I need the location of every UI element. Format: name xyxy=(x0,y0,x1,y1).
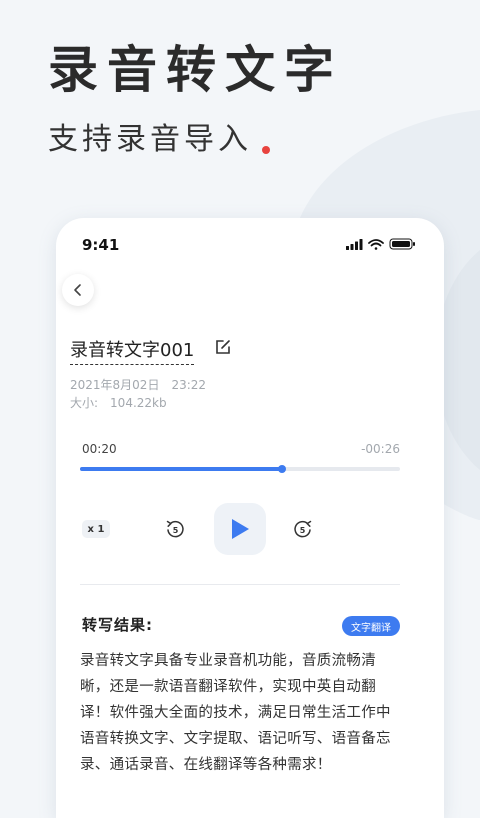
battery-icon xyxy=(389,238,415,250)
current-time: 00:20 xyxy=(82,442,117,456)
play-button[interactable] xyxy=(214,503,266,555)
play-icon xyxy=(232,519,249,539)
progress-slider[interactable] xyxy=(80,465,400,473)
skip-back-icon[interactable]: 5 xyxy=(164,518,186,540)
svg-text:5: 5 xyxy=(173,526,179,535)
accent-dot xyxy=(262,146,270,154)
transcription-text: 录音转文字具备专业录音机功能，音质流畅清晰，还是一款语音翻译软件，实现中英自动翻… xyxy=(80,653,391,773)
wifi-icon xyxy=(368,239,384,250)
recording-title: 录音转文字001 xyxy=(70,336,195,365)
status-time: 9:41 xyxy=(82,236,120,254)
svg-text:5: 5 xyxy=(300,526,306,535)
status-icons xyxy=(346,238,415,250)
skip-forward-icon[interactable]: 5 xyxy=(292,518,314,540)
progress-fill xyxy=(80,467,282,471)
remaining-time: -00:26 xyxy=(361,442,400,456)
recording-date: 2021年8月02日 23:22 xyxy=(70,378,207,392)
speed-button[interactable]: x 1 xyxy=(82,520,110,538)
hero-title: 录音转文字 xyxy=(48,41,343,99)
signal-icon xyxy=(346,239,363,250)
translate-button[interactable]: 文字翻译 xyxy=(342,616,400,636)
progress-knob[interactable] xyxy=(277,465,286,473)
phone-mockup: 9:41 录音转文字001 2021年8月02日 23:22 大小: 104.2… xyxy=(56,218,444,818)
divider xyxy=(80,584,400,585)
recording-size: 大小: 104.22kb xyxy=(70,396,167,410)
chevron-left-icon xyxy=(74,284,81,296)
edit-icon[interactable] xyxy=(214,338,232,356)
back-button[interactable] xyxy=(62,274,94,306)
result-label: 转写结果: xyxy=(82,616,153,634)
hero-subtitle: 支持录音导入 xyxy=(48,122,252,157)
